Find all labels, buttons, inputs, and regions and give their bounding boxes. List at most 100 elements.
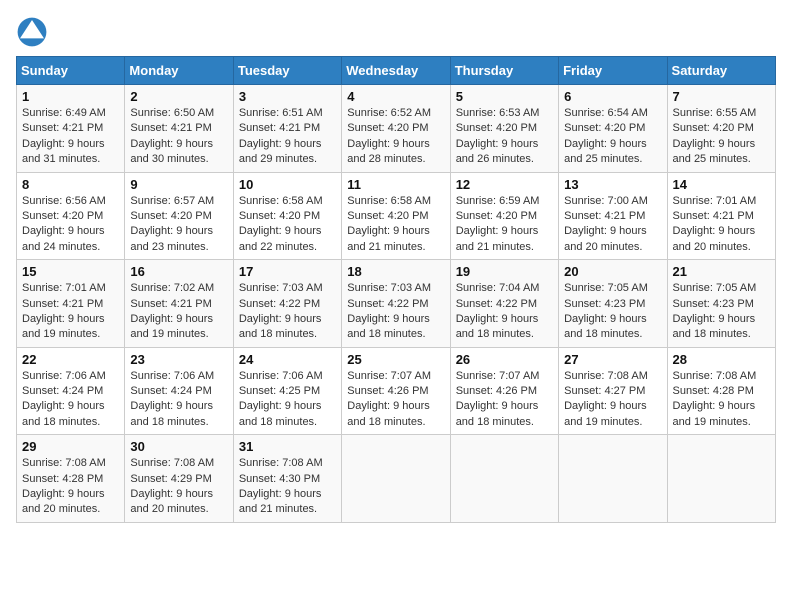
day-cell-9: 9 Sunrise: 6:57 AM Sunset: 4:20 PM Dayli…: [125, 172, 233, 260]
day-info: Sunrise: 7:06 AM Sunset: 4:24 PM Dayligh…: [130, 369, 227, 431]
day-cell-21: 21 Sunrise: 7:05 AM Sunset: 4:23 PM Dayl…: [667, 260, 775, 348]
day-info: Sunrise: 7:08 AM Sunset: 4:27 PM Dayligh…: [564, 369, 661, 431]
day-info: Sunrise: 7:06 AM Sunset: 4:24 PM Dayligh…: [22, 369, 119, 431]
day-cell-26: 26 Sunrise: 7:07 AM Sunset: 4:26 PM Dayl…: [450, 347, 558, 435]
day-number: 11: [347, 177, 444, 192]
day-number: 20: [564, 264, 661, 279]
day-info: Sunrise: 7:08 AM Sunset: 4:30 PM Dayligh…: [239, 456, 336, 518]
weekday-sunday: Sunday: [17, 57, 125, 85]
day-info: Sunrise: 6:54 AM Sunset: 4:20 PM Dayligh…: [564, 106, 661, 168]
day-info: Sunrise: 6:50 AM Sunset: 4:21 PM Dayligh…: [130, 106, 227, 168]
logo-icon: [16, 16, 48, 48]
day-cell-17: 17 Sunrise: 7:03 AM Sunset: 4:22 PM Dayl…: [233, 260, 341, 348]
day-cell-23: 23 Sunrise: 7:06 AM Sunset: 4:24 PM Dayl…: [125, 347, 233, 435]
day-cell-12: 12 Sunrise: 6:59 AM Sunset: 4:20 PM Dayl…: [450, 172, 558, 260]
day-info: Sunrise: 6:52 AM Sunset: 4:20 PM Dayligh…: [347, 106, 444, 168]
day-number: 16: [130, 264, 227, 279]
day-info: Sunrise: 7:03 AM Sunset: 4:22 PM Dayligh…: [347, 281, 444, 343]
day-info: Sunrise: 7:00 AM Sunset: 4:21 PM Dayligh…: [564, 194, 661, 256]
day-info: Sunrise: 7:01 AM Sunset: 4:21 PM Dayligh…: [22, 281, 119, 343]
day-info: Sunrise: 6:51 AM Sunset: 4:21 PM Dayligh…: [239, 106, 336, 168]
day-cell-1: 1 Sunrise: 6:49 AM Sunset: 4:21 PM Dayli…: [17, 85, 125, 173]
day-cell-30: 30 Sunrise: 7:08 AM Sunset: 4:29 PM Dayl…: [125, 435, 233, 523]
day-cell-3: 3 Sunrise: 6:51 AM Sunset: 4:21 PM Dayli…: [233, 85, 341, 173]
day-number: 10: [239, 177, 336, 192]
day-cell-14: 14 Sunrise: 7:01 AM Sunset: 4:21 PM Dayl…: [667, 172, 775, 260]
empty-cell: [342, 435, 450, 523]
day-number: 14: [673, 177, 770, 192]
day-number: 24: [239, 352, 336, 367]
day-cell-29: 29 Sunrise: 7:08 AM Sunset: 4:28 PM Dayl…: [17, 435, 125, 523]
day-info: Sunrise: 7:03 AM Sunset: 4:22 PM Dayligh…: [239, 281, 336, 343]
day-info: Sunrise: 6:58 AM Sunset: 4:20 PM Dayligh…: [239, 194, 336, 256]
day-info: Sunrise: 6:53 AM Sunset: 4:20 PM Dayligh…: [456, 106, 553, 168]
day-info: Sunrise: 7:06 AM Sunset: 4:25 PM Dayligh…: [239, 369, 336, 431]
day-info: Sunrise: 7:08 AM Sunset: 4:28 PM Dayligh…: [22, 456, 119, 518]
day-number: 31: [239, 439, 336, 454]
day-number: 12: [456, 177, 553, 192]
day-cell-24: 24 Sunrise: 7:06 AM Sunset: 4:25 PM Dayl…: [233, 347, 341, 435]
weekday-saturday: Saturday: [667, 57, 775, 85]
day-cell-18: 18 Sunrise: 7:03 AM Sunset: 4:22 PM Dayl…: [342, 260, 450, 348]
day-number: 6: [564, 89, 661, 104]
day-cell-4: 4 Sunrise: 6:52 AM Sunset: 4:20 PM Dayli…: [342, 85, 450, 173]
day-info: Sunrise: 7:05 AM Sunset: 4:23 PM Dayligh…: [564, 281, 661, 343]
empty-cell: [667, 435, 775, 523]
day-cell-31: 31 Sunrise: 7:08 AM Sunset: 4:30 PM Dayl…: [233, 435, 341, 523]
page-header: [16, 16, 776, 48]
day-info: Sunrise: 7:07 AM Sunset: 4:26 PM Dayligh…: [456, 369, 553, 431]
day-number: 13: [564, 177, 661, 192]
day-cell-22: 22 Sunrise: 7:06 AM Sunset: 4:24 PM Dayl…: [17, 347, 125, 435]
day-cell-19: 19 Sunrise: 7:04 AM Sunset: 4:22 PM Dayl…: [450, 260, 558, 348]
day-info: Sunrise: 7:08 AM Sunset: 4:28 PM Dayligh…: [673, 369, 770, 431]
week-row-2: 8 Sunrise: 6:56 AM Sunset: 4:20 PM Dayli…: [17, 172, 776, 260]
day-cell-5: 5 Sunrise: 6:53 AM Sunset: 4:20 PM Dayli…: [450, 85, 558, 173]
day-info: Sunrise: 6:56 AM Sunset: 4:20 PM Dayligh…: [22, 194, 119, 256]
day-number: 5: [456, 89, 553, 104]
day-number: 21: [673, 264, 770, 279]
day-cell-27: 27 Sunrise: 7:08 AM Sunset: 4:27 PM Dayl…: [559, 347, 667, 435]
calendar-table: SundayMondayTuesdayWednesdayThursdayFrid…: [16, 56, 776, 523]
day-number: 4: [347, 89, 444, 104]
logo: [16, 16, 52, 48]
day-cell-2: 2 Sunrise: 6:50 AM Sunset: 4:21 PM Dayli…: [125, 85, 233, 173]
day-info: Sunrise: 6:55 AM Sunset: 4:20 PM Dayligh…: [673, 106, 770, 168]
day-number: 15: [22, 264, 119, 279]
day-number: 19: [456, 264, 553, 279]
day-number: 2: [130, 89, 227, 104]
week-row-3: 15 Sunrise: 7:01 AM Sunset: 4:21 PM Dayl…: [17, 260, 776, 348]
day-cell-6: 6 Sunrise: 6:54 AM Sunset: 4:20 PM Dayli…: [559, 85, 667, 173]
day-info: Sunrise: 7:08 AM Sunset: 4:29 PM Dayligh…: [130, 456, 227, 518]
day-number: 1: [22, 89, 119, 104]
weekday-friday: Friday: [559, 57, 667, 85]
weekday-tuesday: Tuesday: [233, 57, 341, 85]
day-info: Sunrise: 7:04 AM Sunset: 4:22 PM Dayligh…: [456, 281, 553, 343]
day-number: 18: [347, 264, 444, 279]
day-number: 30: [130, 439, 227, 454]
day-cell-15: 15 Sunrise: 7:01 AM Sunset: 4:21 PM Dayl…: [17, 260, 125, 348]
week-row-4: 22 Sunrise: 7:06 AM Sunset: 4:24 PM Dayl…: [17, 347, 776, 435]
day-info: Sunrise: 6:49 AM Sunset: 4:21 PM Dayligh…: [22, 106, 119, 168]
day-number: 22: [22, 352, 119, 367]
day-number: 3: [239, 89, 336, 104]
day-info: Sunrise: 6:59 AM Sunset: 4:20 PM Dayligh…: [456, 194, 553, 256]
weekday-monday: Monday: [125, 57, 233, 85]
week-row-1: 1 Sunrise: 6:49 AM Sunset: 4:21 PM Dayli…: [17, 85, 776, 173]
day-number: 29: [22, 439, 119, 454]
day-cell-8: 8 Sunrise: 6:56 AM Sunset: 4:20 PM Dayli…: [17, 172, 125, 260]
day-number: 23: [130, 352, 227, 367]
day-number: 7: [673, 89, 770, 104]
day-cell-7: 7 Sunrise: 6:55 AM Sunset: 4:20 PM Dayli…: [667, 85, 775, 173]
day-info: Sunrise: 6:58 AM Sunset: 4:20 PM Dayligh…: [347, 194, 444, 256]
day-number: 9: [130, 177, 227, 192]
day-number: 27: [564, 352, 661, 367]
day-cell-11: 11 Sunrise: 6:58 AM Sunset: 4:20 PM Dayl…: [342, 172, 450, 260]
day-number: 8: [22, 177, 119, 192]
day-info: Sunrise: 7:02 AM Sunset: 4:21 PM Dayligh…: [130, 281, 227, 343]
day-info: Sunrise: 7:01 AM Sunset: 4:21 PM Dayligh…: [673, 194, 770, 256]
day-cell-16: 16 Sunrise: 7:02 AM Sunset: 4:21 PM Dayl…: [125, 260, 233, 348]
week-row-5: 29 Sunrise: 7:08 AM Sunset: 4:28 PM Dayl…: [17, 435, 776, 523]
empty-cell: [450, 435, 558, 523]
day-info: Sunrise: 6:57 AM Sunset: 4:20 PM Dayligh…: [130, 194, 227, 256]
weekday-thursday: Thursday: [450, 57, 558, 85]
